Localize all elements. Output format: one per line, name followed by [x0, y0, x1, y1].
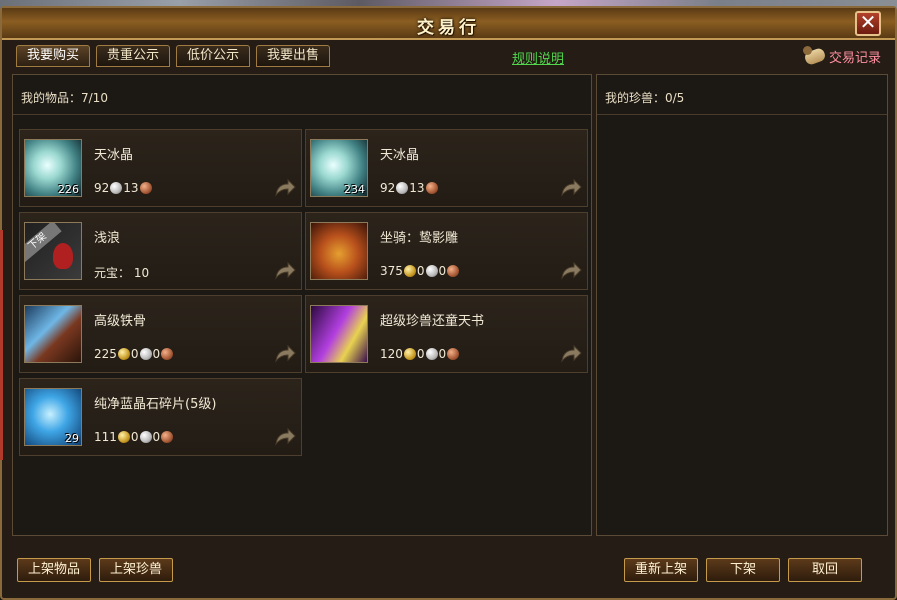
item-card[interactable]: 226 天冰晶 92 13 [19, 129, 302, 207]
mount-eagle-icon [310, 222, 368, 280]
item-name: 天冰晶 [94, 148, 134, 163]
silver-coin-icon [396, 182, 409, 194]
list-item-button[interactable]: 上架物品 [17, 558, 91, 582]
price-amount: 0 [416, 347, 425, 361]
my-pets-panel: 我的珍兽：0/5 [596, 74, 888, 536]
rules-link[interactable]: 规则说明 [512, 48, 564, 67]
price-amount: 92 [380, 181, 396, 195]
price-amount: 225 [94, 347, 117, 361]
gold-coin-icon [403, 265, 416, 277]
item-card[interactable]: 高级铁骨 225 0 0 [19, 295, 302, 373]
side-edge-decoration [0, 230, 3, 460]
price-amount: 0 [152, 347, 161, 361]
close-icon: ✕ [859, 10, 877, 34]
my-items-header: 我的物品：7/10 [13, 75, 591, 115]
tab-bar: 我要购买 贵重公示 低价公示 我要出售 [16, 45, 331, 67]
silver-coin-icon [110, 182, 123, 194]
price-amount: 0 [438, 264, 447, 278]
item-stack-count: 29 [65, 432, 79, 445]
item-price: 111 0 0 [94, 430, 174, 444]
item-price: 92 13 [380, 181, 439, 195]
tab-valuable-notice[interactable]: 贵重公示 [96, 45, 171, 67]
cancel-button[interactable]: 取回 [788, 558, 862, 582]
trade-record-label: 交易记录 [828, 50, 881, 66]
price-amount: 0 [416, 264, 425, 278]
blue-crystal-shard-icon: 29 [24, 388, 82, 446]
my-items-panel: 我的物品：7/10 226 天冰晶 92 13 234 天冰晶 92 13 下架 浅浪元宝： 10… [12, 74, 592, 536]
share-arrow-icon[interactable] [559, 261, 583, 281]
price-amount: 375 [380, 264, 403, 278]
relist-button[interactable]: 重新上架 [624, 558, 698, 582]
copper-coin-icon [161, 431, 174, 443]
share-arrow-icon[interactable] [559, 344, 583, 364]
removed-item-icon: 下架 [24, 222, 82, 280]
scroll-icon [802, 46, 827, 67]
price-amount: 0 [152, 430, 161, 444]
gold-coin-icon [403, 348, 416, 360]
item-stack-count: 226 [58, 183, 79, 196]
item-card[interactable]: 29 纯净蓝晶石碎片(5级) 111 0 0 [19, 378, 302, 456]
item-price: 375 0 0 [380, 264, 460, 278]
close-button[interactable]: ✕ [855, 11, 881, 36]
list-pet-button[interactable]: 上架珍兽 [99, 558, 173, 582]
iron-bone-icon [24, 305, 82, 363]
ice-crystal-icon: 234 [310, 139, 368, 197]
copper-coin-icon [447, 265, 460, 277]
copper-coin-icon [161, 348, 174, 360]
share-arrow-icon[interactable] [273, 427, 297, 447]
silver-coin-icon [139, 431, 152, 443]
copper-coin-icon [139, 182, 152, 194]
title-bar: 交易行 ✕ [2, 8, 895, 40]
trading-house-window: 交易行 ✕ 我要购买 贵重公示 低价公示 我要出售 规则说明 交易记录 我的物品… [0, 6, 897, 600]
pet-book-icon [310, 305, 368, 363]
tab-lowprice-notice[interactable]: 低价公示 [176, 45, 251, 67]
delist-button[interactable]: 下架 [706, 558, 780, 582]
silver-coin-icon [425, 348, 438, 360]
item-card[interactable]: 234 天冰晶 92 13 [305, 129, 588, 207]
price-text: 元宝： 10 [94, 266, 150, 280]
price-amount: 0 [438, 347, 447, 361]
item-card[interactable]: 下架 浅浪元宝： 10 [19, 212, 302, 290]
item-card[interactable]: 超级珍兽还童天书 120 0 0 [305, 295, 588, 373]
item-price: 元宝： 10 [94, 264, 149, 281]
item-name: 高级铁骨 [94, 314, 147, 329]
price-amount: 13 [409, 181, 425, 195]
item-stack-count: 234 [344, 183, 365, 196]
window-title: 交易行 [417, 18, 480, 38]
ice-crystal-icon: 226 [24, 139, 82, 197]
share-arrow-icon[interactable] [273, 178, 297, 198]
price-amount: 0 [130, 347, 139, 361]
silver-coin-icon [425, 265, 438, 277]
tab-buy[interactable]: 我要购买 [16, 45, 91, 67]
item-price: 120 0 0 [380, 347, 460, 361]
item-name: 超级珍兽还童天书 [380, 314, 485, 329]
copper-coin-icon [447, 348, 460, 360]
item-card[interactable]: 坐骑：鸷影雕 375 0 0 [305, 212, 588, 290]
share-arrow-icon[interactable] [273, 261, 297, 281]
tab-sell[interactable]: 我要出售 [256, 45, 331, 67]
gold-coin-icon [117, 431, 130, 443]
trade-record-button[interactable]: 交易记录 [802, 46, 881, 67]
item-name: 浅浪 [94, 231, 121, 246]
price-amount: 111 [94, 430, 117, 444]
share-arrow-icon[interactable] [559, 178, 583, 198]
price-amount: 13 [123, 181, 139, 195]
copper-coin-icon [425, 182, 438, 194]
price-amount: 120 [380, 347, 403, 361]
silver-coin-icon [139, 348, 152, 360]
price-amount: 0 [130, 430, 139, 444]
item-price: 225 0 0 [94, 347, 174, 361]
gold-coin-icon [117, 348, 130, 360]
item-name: 坐骑：鸷影雕 [380, 231, 459, 246]
price-amount: 92 [94, 181, 110, 195]
my-pets-header: 我的珍兽：0/5 [597, 75, 887, 115]
item-price: 92 13 [94, 181, 153, 195]
share-arrow-icon[interactable] [273, 344, 297, 364]
item-name: 天冰晶 [380, 148, 420, 163]
item-name: 纯净蓝晶石碎片(5级) [94, 397, 217, 412]
